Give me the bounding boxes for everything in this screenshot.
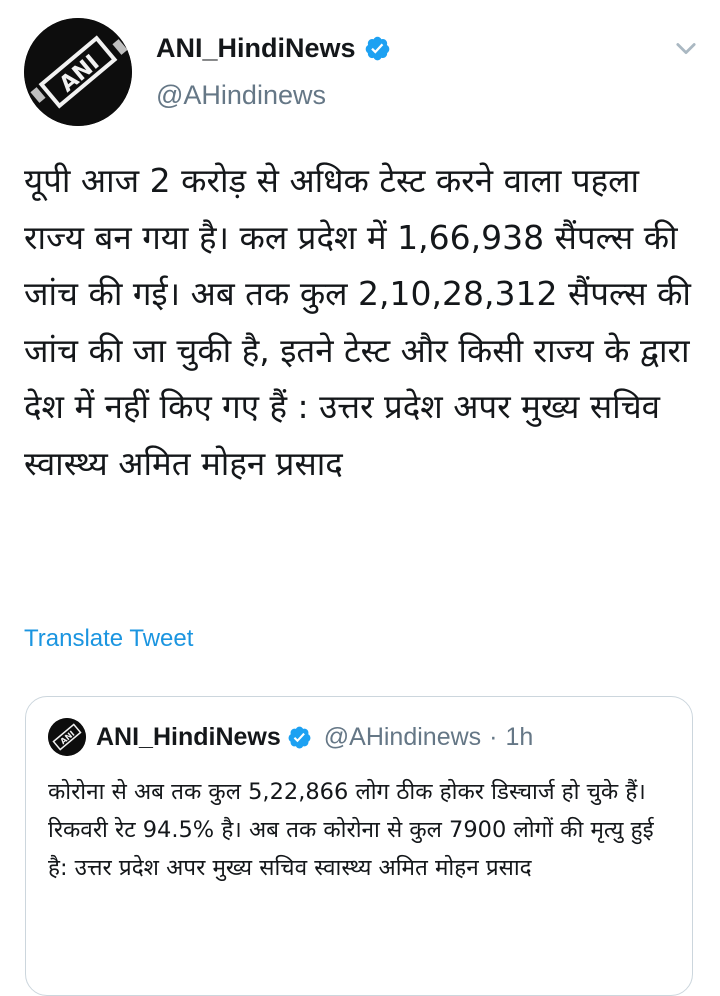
- author-avatar[interactable]: ANI: [24, 18, 132, 126]
- author-handle[interactable]: @AHindinews: [156, 80, 326, 111]
- separator-dot: ·: [489, 722, 498, 751]
- ani-logo-icon: ANI: [48, 718, 86, 756]
- verified-badge-icon: [287, 725, 312, 750]
- verified-badge-icon: [364, 35, 391, 62]
- quoted-tweet-time: 1h: [505, 722, 534, 751]
- quoted-tweet-header: ANI ANI_HindiNews @AHindinews · 1h: [48, 717, 533, 757]
- tweet-text: यूपी आज 2 करोड़ से अधिक टेस्ट करने वाला …: [24, 161, 691, 483]
- author-name-row[interactable]: ANI_HindiNews: [156, 30, 391, 66]
- quoted-tweet-text: कोरोना से अब तक कुल 5,22,866 लोग ठीक होक…: [48, 779, 654, 881]
- author-name[interactable]: ANI_HindiNews: [156, 33, 356, 64]
- tweet: ANI ANI_HindiNews @AHindinews यूपी आज 2 …: [0, 0, 720, 996]
- chevron-down-icon[interactable]: [672, 34, 700, 62]
- quoted-tweet-card[interactable]: ANI ANI_HindiNews @AHindinews · 1h कोरोन…: [25, 696, 693, 996]
- quoted-author-handle: @AHindinews: [323, 722, 482, 751]
- ani-logo-icon: ANI: [24, 18, 132, 126]
- translate-tweet-link[interactable]: Translate Tweet: [24, 625, 193, 653]
- quoted-author-name: ANI_HindiNews: [96, 722, 281, 751]
- quoted-author-avatar: ANI: [48, 718, 86, 756]
